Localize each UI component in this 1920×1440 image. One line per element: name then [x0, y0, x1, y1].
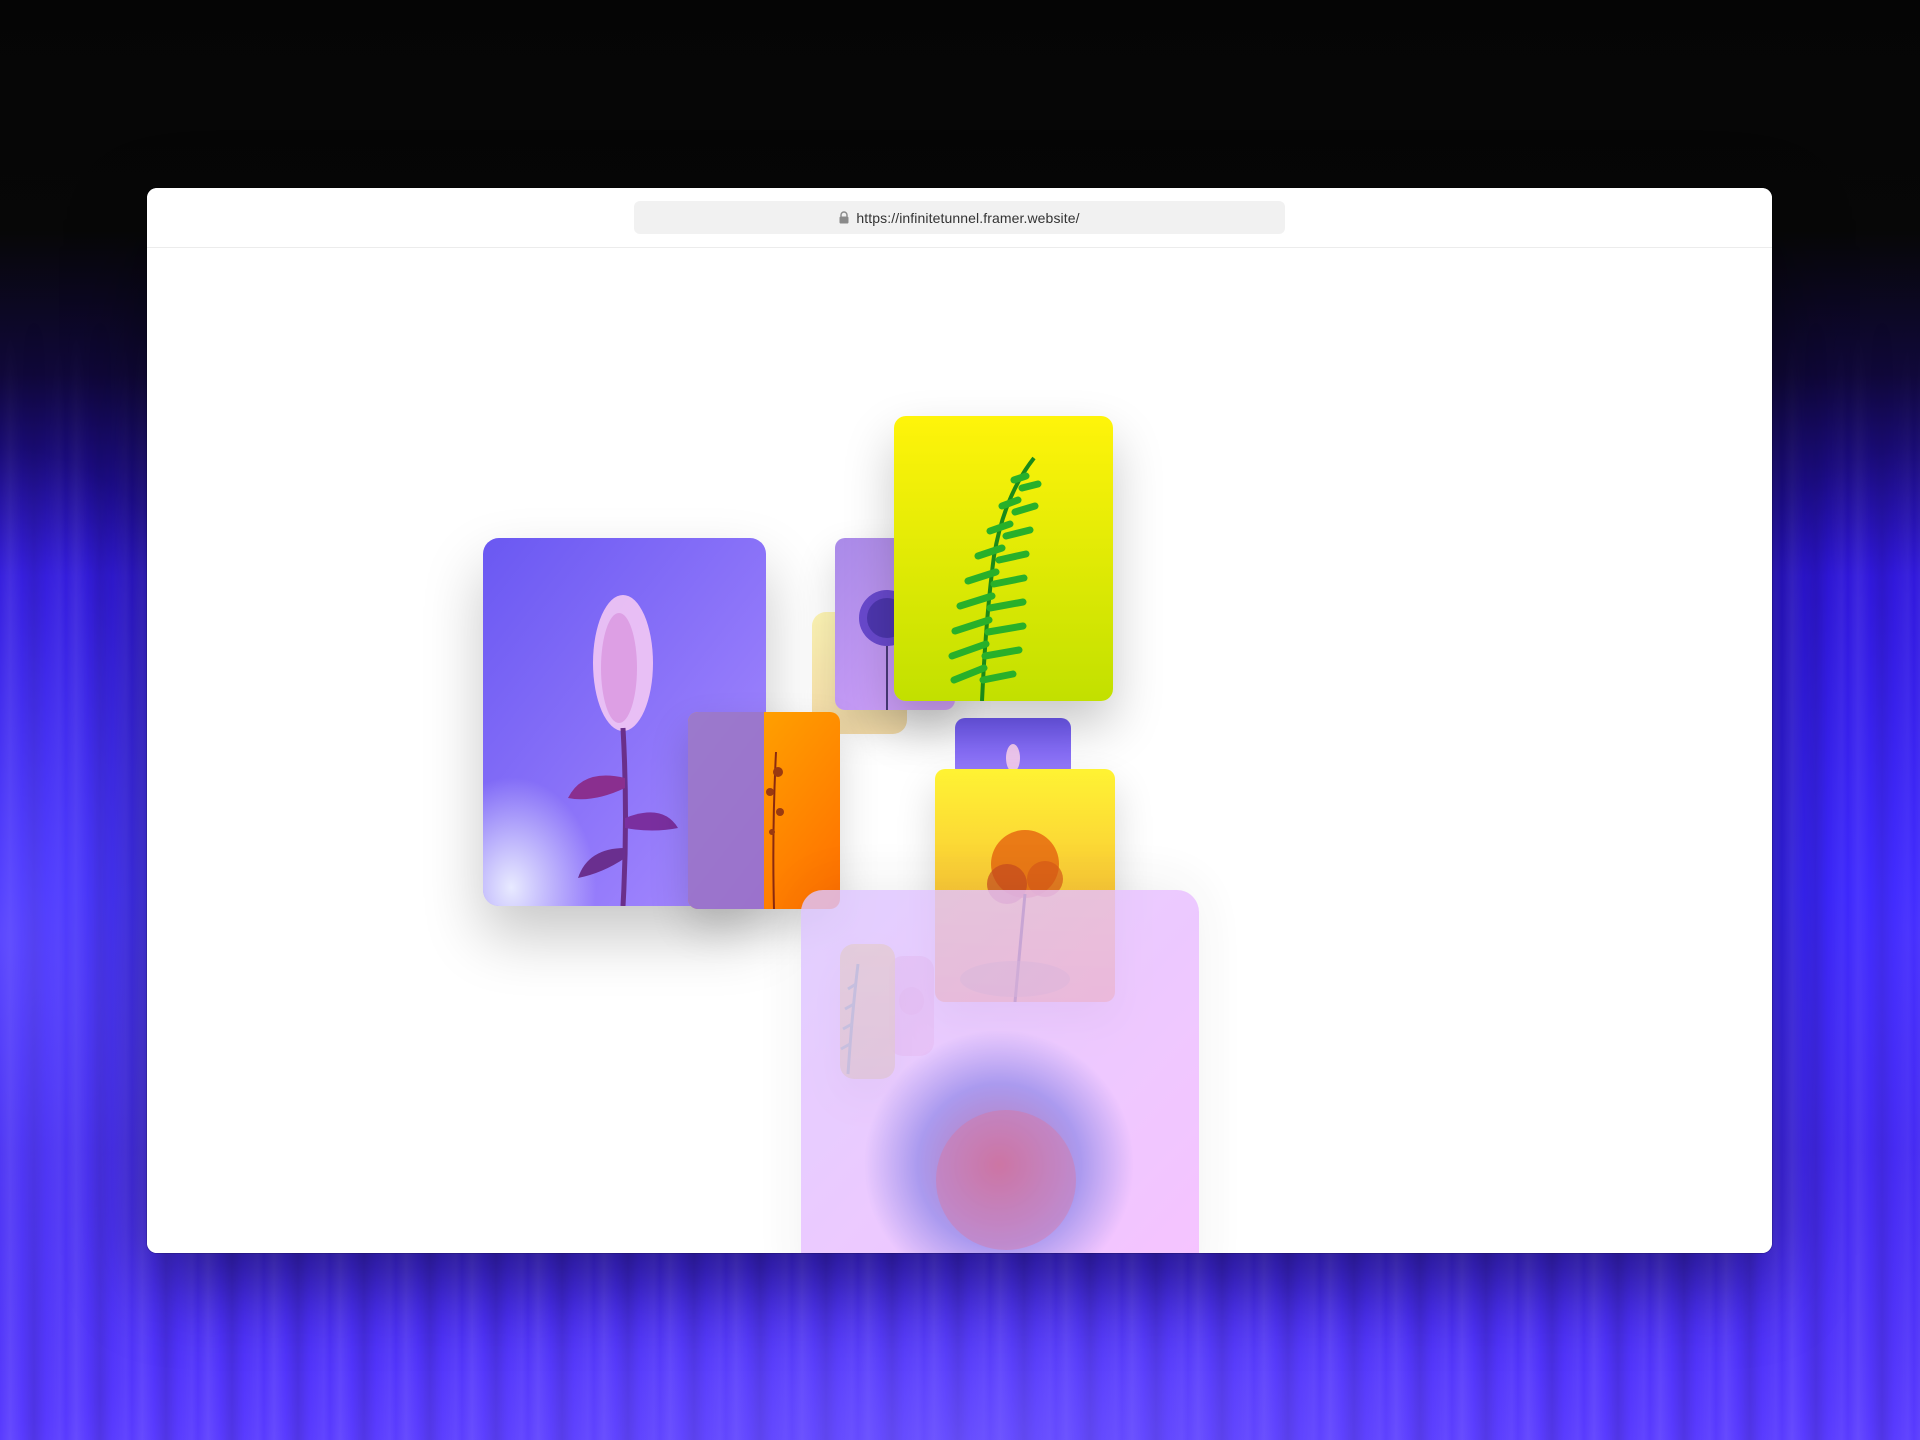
- page-content: [147, 248, 1772, 1253]
- card-pink-allium-large[interactable]: [801, 890, 1199, 1253]
- address-bar[interactable]: https://infinitetunnel.framer.website/: [634, 201, 1285, 234]
- browser-toolbar: https://infinitetunnel.framer.website/: [147, 188, 1772, 248]
- card-orange-dried-flower[interactable]: [688, 712, 840, 909]
- card-yellow-fern[interactable]: [894, 416, 1113, 701]
- browser-window: https://infinitetunnel.framer.website/: [147, 188, 1772, 1253]
- lock-icon: [839, 211, 849, 224]
- url-text: https://infinitetunnel.framer.website/: [856, 209, 1080, 226]
